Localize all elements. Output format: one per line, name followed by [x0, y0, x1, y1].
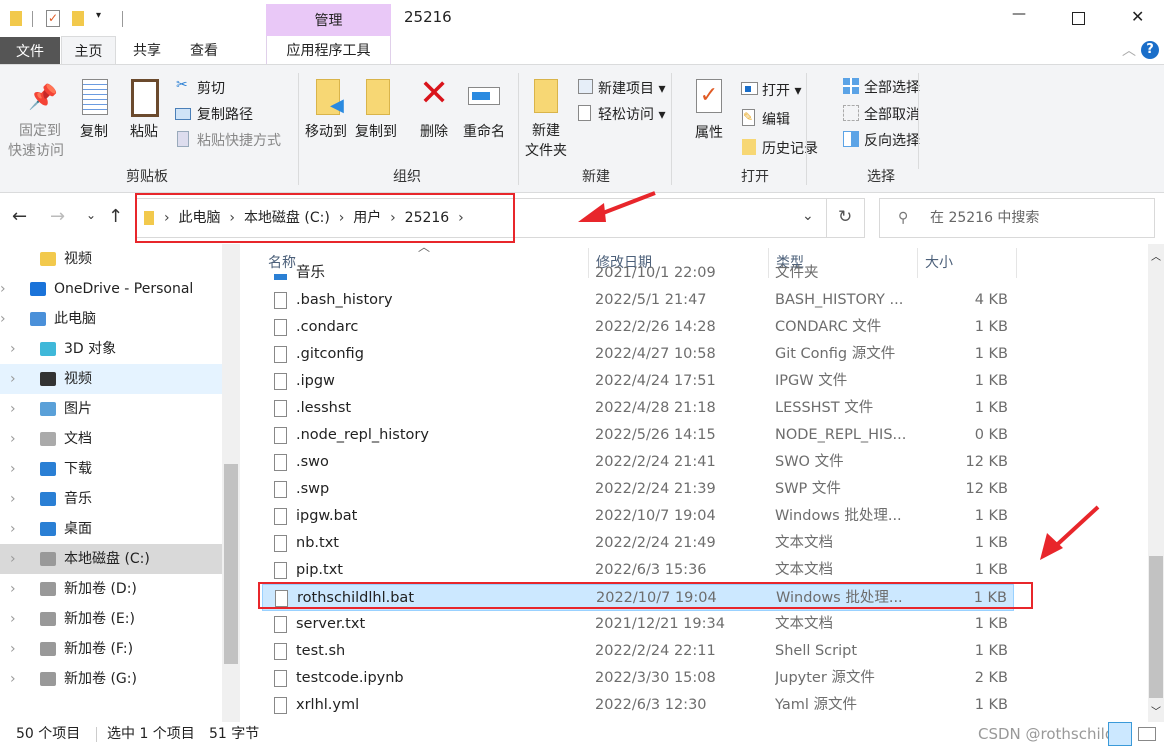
arrow-head-row	[1040, 533, 1063, 560]
annotation-arrows	[578, 191, 1100, 560]
arrow-head-address	[578, 203, 606, 222]
